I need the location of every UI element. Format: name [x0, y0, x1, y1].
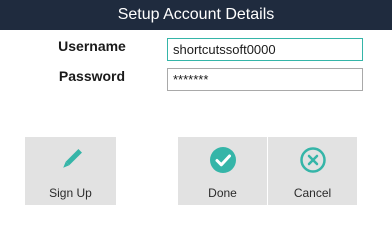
- sign-up-button[interactable]: Sign Up: [25, 137, 116, 205]
- username-input[interactable]: [167, 38, 363, 61]
- password-label: Password: [58, 68, 126, 84]
- window-title-bar: Setup Account Details: [0, 0, 392, 30]
- pencil-icon: [62, 149, 82, 168]
- x-circle-icon: [299, 147, 326, 173]
- window-title: Setup Account Details: [117, 6, 275, 23]
- password-input[interactable]: [167, 68, 363, 91]
- cancel-button[interactable]: Cancel: [268, 137, 357, 205]
- username-label: Username: [58, 38, 126, 54]
- done-label: Done: [208, 186, 237, 200]
- cancel-label: Cancel: [293, 186, 332, 200]
- done-button[interactable]: Done: [178, 137, 267, 205]
- sign-up-label: Sign Up: [49, 186, 92, 200]
- check-circle-icon: [209, 147, 236, 173]
